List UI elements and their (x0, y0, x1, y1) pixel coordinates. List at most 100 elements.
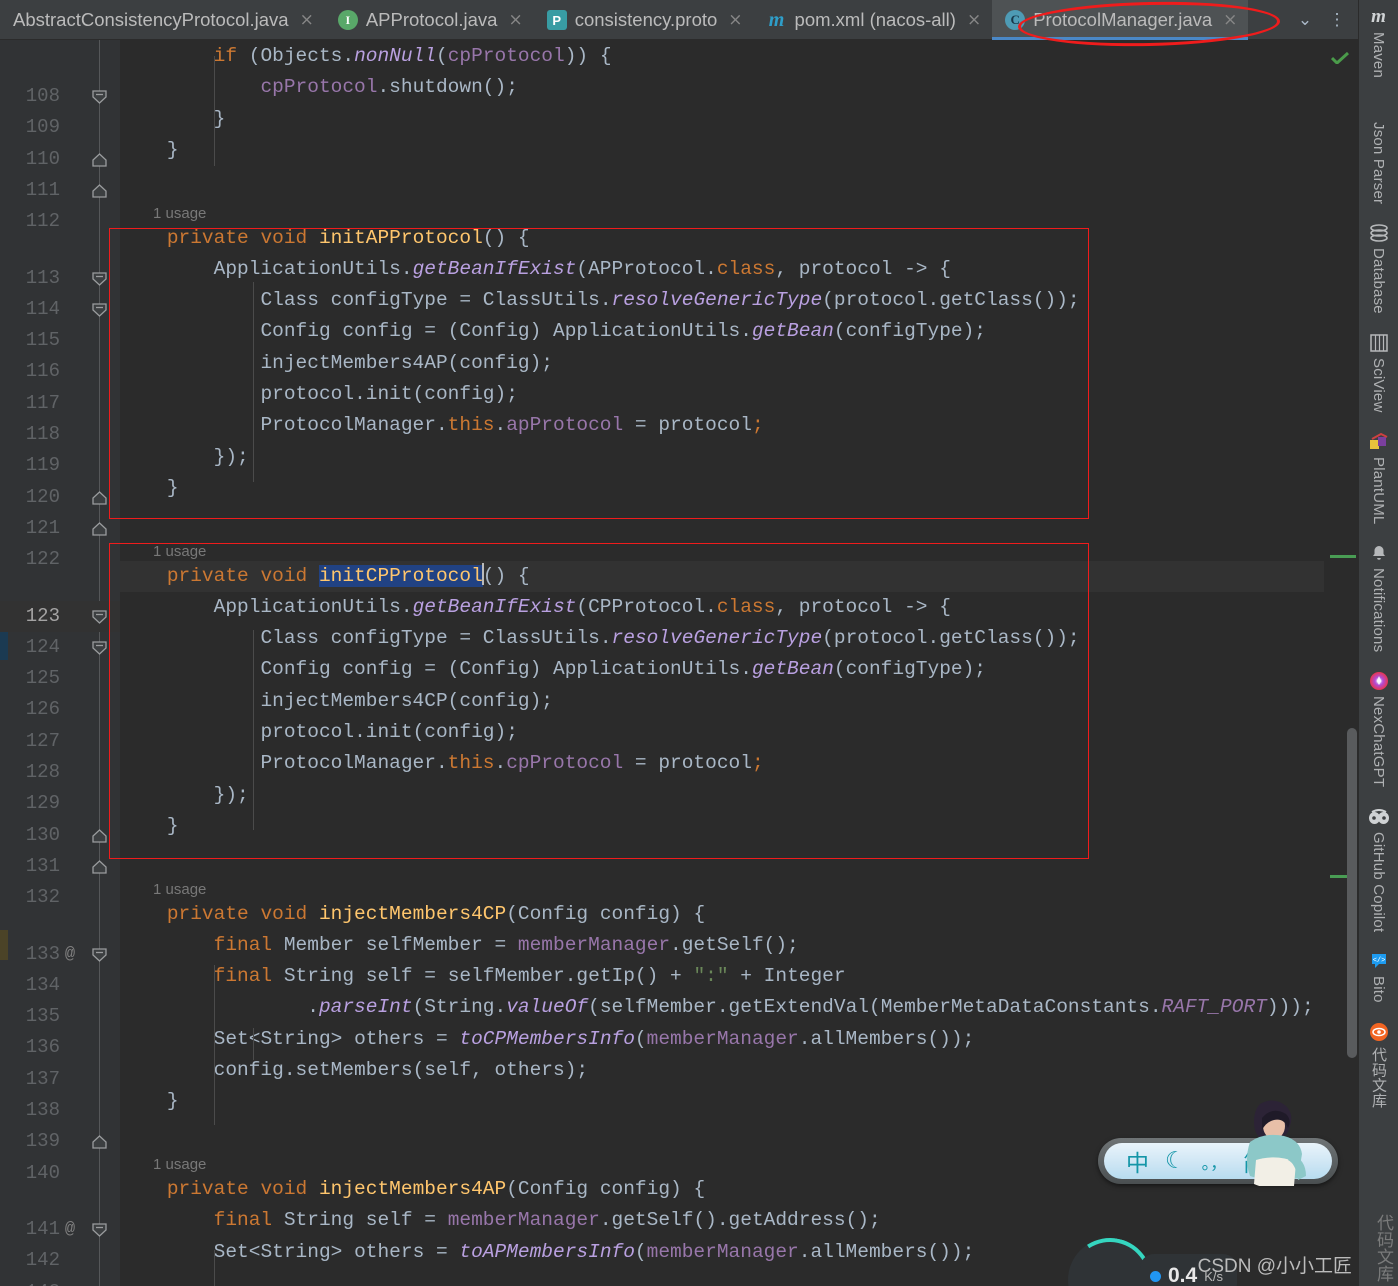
code-line[interactable]: final String self = selfMember.getIp() +… (120, 961, 846, 992)
fold-toggle-icon[interactable] (91, 828, 108, 843)
code-editor[interactable]: if (Objects.nonNull(cpProtocol)) { cpPro… (0, 40, 1358, 1286)
plantuml-icon (1368, 431, 1390, 453)
code-line[interactable]: protocol.init(config); (120, 379, 517, 410)
code-line[interactable]: private void initCPProtocol() { (120, 561, 530, 592)
ime-moon-icon[interactable]: ☾ (1165, 1148, 1186, 1174)
fold-toggle-icon[interactable] (91, 947, 108, 962)
database-icon (1368, 222, 1390, 244)
code-line[interactable]: Set<String> others = toAPMembersInfo(mem… (120, 1237, 975, 1268)
editor-tab-bar: AbstractConsistencyProtocol.java × I APP… (0, 0, 1358, 40)
tab-consistency-proto[interactable]: P consistency.proto × (534, 0, 754, 40)
tool-button-database[interactable]: Database (1368, 222, 1390, 314)
fold-toggle-icon[interactable] (91, 860, 108, 874)
fold-toggle-icon[interactable] (91, 490, 108, 505)
close-icon[interactable]: × (1223, 11, 1237, 29)
close-icon[interactable]: × (508, 11, 522, 29)
line-number: 138 (25, 1099, 60, 1121)
code-line[interactable]: injectMembers4CP(config); (120, 686, 553, 717)
fold-toggle-icon[interactable] (91, 184, 108, 198)
tool-button-notifications[interactable]: Notifications (1368, 542, 1390, 652)
code-line[interactable]: Set<String> others = toCPMembersInfo(mem… (120, 1024, 975, 1055)
fold-toggle-icon[interactable] (91, 303, 108, 317)
code-line[interactable]: ProtocolManager.this.cpProtocol = protoc… (120, 748, 763, 779)
tool-label: Json Parser (1370, 122, 1387, 205)
line-number: 142 (25, 1249, 60, 1272)
code-line[interactable]: } (120, 473, 179, 504)
code-line[interactable]: .parseInt(String.valueOf(selfMember.getE… (120, 992, 1313, 1023)
line-number: 109 (25, 116, 60, 139)
code-line[interactable]: } (120, 104, 226, 135)
code-line[interactable]: Config config = (Config) ApplicationUtil… (120, 316, 986, 347)
tool-label: Database (1370, 248, 1387, 315)
tool-button-json-parser[interactable]: Json Parser (1368, 96, 1390, 204)
tool-button-plantuml[interactable]: PlantUML (1368, 431, 1390, 524)
error-stripe-marker-bar[interactable] (1324, 40, 1358, 1286)
code-line[interactable]: private void injectMembers4CP(Config con… (120, 899, 705, 930)
line-number: 122 (25, 548, 60, 571)
code-line[interactable]: ApplicationUtils.getBeanIfExist(APProtoc… (120, 254, 951, 285)
vcs-stripe-marker[interactable] (1330, 555, 1356, 558)
inspection-ok-icon[interactable] (1331, 52, 1349, 64)
fold-toggle-icon[interactable] (91, 641, 108, 655)
tab-protocolmanager[interactable]: C ProtocolManager.java × (992, 0, 1249, 40)
close-icon[interactable]: × (300, 11, 314, 29)
tab-abstractconsistencyprotocol[interactable]: AbstractConsistencyProtocol.java × (0, 0, 325, 40)
code-line[interactable]: }); (120, 780, 249, 811)
fold-toggle-icon[interactable] (91, 271, 108, 286)
tab-label: consistency.proto (574, 9, 718, 30)
download-indicator-icon (1150, 1270, 1161, 1282)
ime-lang-button[interactable]: 中 (1126, 1144, 1149, 1178)
tab-approtocol[interactable]: I APProtocol.java × (325, 0, 534, 40)
fold-region-line (99, 40, 100, 1286)
code-line[interactable]: private void initAPProtocol() { (120, 223, 530, 254)
code-line[interactable]: } (120, 135, 179, 166)
line-number: 132 (25, 886, 60, 909)
fold-toggle-icon[interactable] (91, 522, 108, 536)
svg-text:</>: </> (1372, 957, 1385, 965)
fold-toggle-icon[interactable] (91, 1223, 108, 1237)
chevron-down-icon[interactable]: ⌄ (1290, 0, 1320, 40)
line-number: 127 (25, 729, 60, 752)
more-options-icon[interactable]: ⋮ (1322, 0, 1352, 40)
code-line[interactable]: Config config = (Config) ApplicationUtil… (120, 654, 986, 685)
code-text-area[interactable]: if (Objects.nonNull(cpProtocol)) { cpPro… (120, 40, 1358, 1286)
code-line[interactable]: cpProtocol.shutdown(); (120, 72, 517, 103)
code-line[interactable]: ApplicationUtils.getBeanIfExist(CPProtoc… (120, 592, 951, 623)
fold-toggle-icon[interactable] (91, 609, 108, 624)
close-icon[interactable]: × (728, 11, 742, 29)
tool-button-maven[interactable]: m Maven (1368, 6, 1390, 78)
code-line[interactable]: } (120, 811, 179, 842)
indent-guide (214, 1250, 215, 1286)
line-number: 131 (25, 854, 60, 877)
tool-button-sciview[interactable]: SciView (1368, 332, 1390, 413)
code-line[interactable]: protocol.init(config); (120, 717, 517, 748)
code-line[interactable]: final Member selfMember = memberManager.… (120, 930, 799, 961)
code-line[interactable]: ProtocolManager.this.apProtocol = protoc… (120, 410, 763, 441)
annotation-gutter-icon[interactable]: @ (60, 939, 80, 970)
bell-icon (1368, 542, 1390, 564)
annotation-gutter-icon[interactable]: @ (60, 1214, 80, 1245)
fold-toggle-icon[interactable] (91, 90, 108, 104)
code-line[interactable]: } (120, 1086, 179, 1117)
code-line[interactable]: Class configType = ClassUtils.resolveGen… (120, 623, 1079, 654)
editor-scrollbar-thumb[interactable] (1347, 728, 1357, 1058)
line-number: 108 (25, 85, 60, 107)
fold-toggle-icon[interactable] (91, 152, 108, 167)
code-line[interactable]: Class configType = ClassUtils.resolveGen… (120, 285, 1079, 316)
code-line[interactable]: injectMembers4AP(config); (120, 348, 553, 379)
tool-button-github-copilot[interactable]: GitHub Copilot (1368, 806, 1390, 932)
close-icon[interactable]: × (967, 11, 981, 29)
fold-toggle-icon[interactable] (91, 1135, 108, 1149)
code-line[interactable]: final String self = memberManager.getSel… (120, 1205, 881, 1236)
tool-button-nexchatgpt[interactable]: NexChatGPT (1368, 670, 1390, 788)
tool-label: PlantUML (1370, 456, 1387, 525)
tab-pom-xml[interactable]: m pom.xml (nacos-all) × (754, 0, 993, 40)
vcs-change-marker[interactable] (0, 930, 8, 960)
code-line[interactable]: private void injectMembers4AP(Config con… (120, 1174, 705, 1205)
tool-button-bito[interactable]: </> Bito (1368, 950, 1390, 1003)
line-number: 126 (25, 698, 60, 721)
code-line[interactable]: config.setMembers(self, others); (120, 1055, 589, 1086)
code-line[interactable]: if (Objects.nonNull(cpProtocol)) { (120, 41, 612, 72)
tool-button-codebase[interactable]: 代码文库 (1368, 1021, 1390, 1107)
code-line[interactable]: }); (120, 442, 249, 473)
